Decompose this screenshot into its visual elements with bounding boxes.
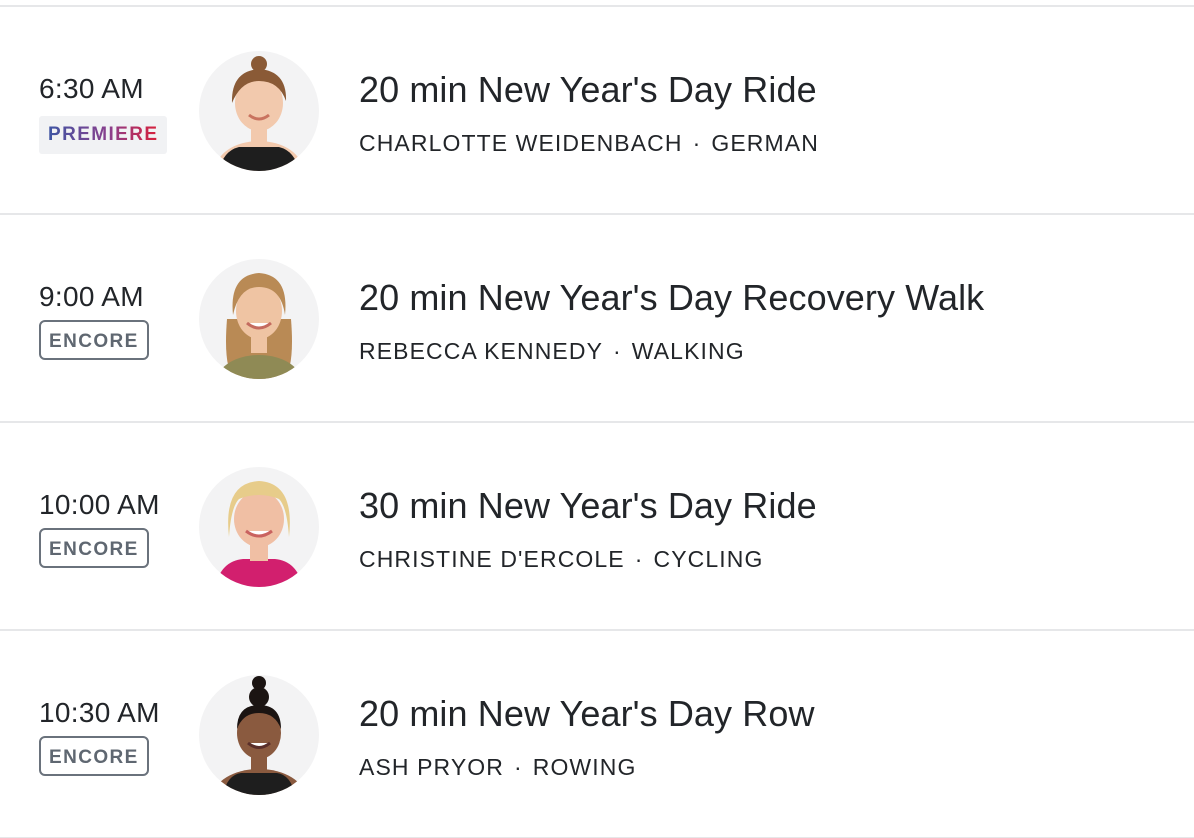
instructor-avatar: [199, 259, 319, 379]
instructor-avatar: [199, 467, 319, 587]
class-meta: CHARLOTTE WEIDENBACH · GERMAN: [359, 130, 819, 157]
encore-badge: ENCORE: [39, 528, 149, 568]
encore-badge: ENCORE: [39, 736, 149, 776]
separator-dot: ·: [613, 338, 622, 364]
instructor-avatar: [199, 51, 319, 171]
class-title: 20 min New Year's Day Ride: [359, 69, 817, 110]
class-meta: CHRISTINE D'ERCOLE · CYCLING: [359, 546, 763, 573]
class-title: 30 min New Year's Day Ride: [359, 485, 817, 526]
instructor-name[interactable]: CHARLOTTE WEIDENBACH: [359, 130, 683, 156]
class-row[interactable]: 6:30 AM PREMIERE 20 min New Year's Day R…: [0, 7, 1194, 215]
separator-dot: ·: [513, 754, 523, 780]
class-time: 9:00 AM: [39, 281, 144, 312]
encore-badge: ENCORE: [39, 320, 149, 360]
class-category: GERMAN: [711, 130, 819, 156]
class-row[interactable]: 10:30 AM ENCORE 20 min New Year's Day Ro…: [0, 631, 1194, 838]
class-title: 20 min New Year's Day Row: [359, 693, 815, 734]
class-meta: ASH PRYOR · ROWING: [359, 754, 636, 781]
class-category: ROWING: [532, 754, 637, 780]
instructor-name[interactable]: ASH PRYOR: [359, 754, 504, 780]
instructor-name[interactable]: REBECCA KENNEDY: [359, 338, 603, 364]
instructor-name[interactable]: CHRISTINE D'ERCOLE: [359, 546, 625, 572]
separator-dot: ·: [634, 546, 644, 572]
premiere-badge: PREMIERE: [39, 116, 168, 154]
instructor-avatar: [199, 675, 319, 795]
class-row[interactable]: 9:00 AM ENCORE 20 min New Year's Day Rec…: [0, 215, 1194, 423]
class-title: 20 min New Year's Day Recovery Walk: [359, 277, 985, 318]
class-category: CYCLING: [653, 546, 764, 572]
class-time: 6:30 AM: [39, 73, 144, 104]
class-time: 10:30 AM: [39, 697, 160, 728]
class-row[interactable]: 10:00 AM ENCORE 30 min New Year's Day Ri…: [0, 423, 1194, 631]
class-schedule-list: 6:30 AM PREMIERE 20 min New Year's Day R…: [0, 0, 1194, 838]
separator-dot: ·: [692, 130, 702, 156]
class-time: 10:00 AM: [39, 489, 160, 520]
class-category: WALKING: [631, 338, 745, 364]
class-meta: REBECCA KENNEDY · WALKING: [359, 338, 745, 365]
